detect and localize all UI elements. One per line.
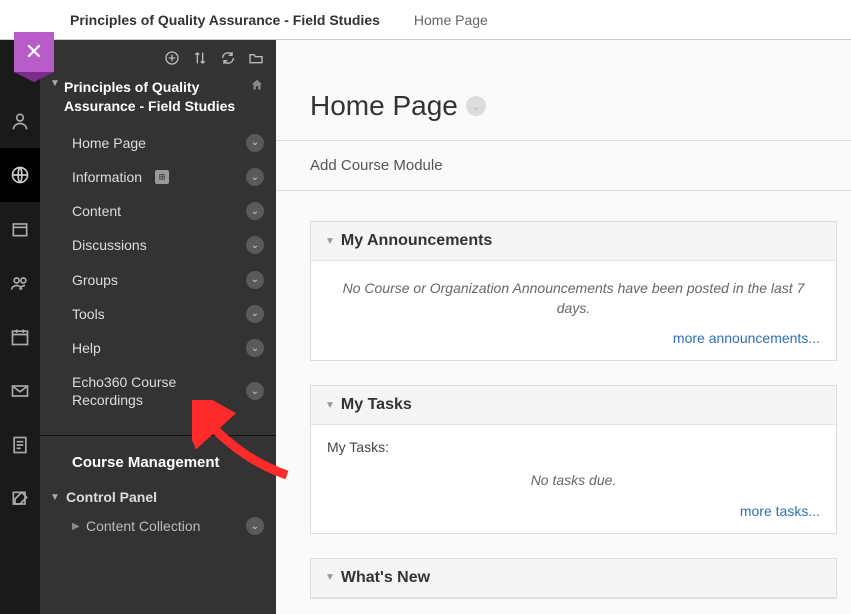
close-tail bbox=[14, 72, 54, 82]
card-title: What's New bbox=[341, 569, 430, 587]
breadcrumb-page[interactable]: Home Page bbox=[414, 12, 488, 28]
person-icon[interactable] bbox=[0, 94, 40, 148]
nav-menu: Home Page⌄ Information⊞⌄ Content⌄ Discus… bbox=[40, 126, 276, 430]
collapse-icon: ▼ bbox=[325, 572, 335, 583]
annotation-arrow bbox=[192, 400, 302, 500]
top-bar: Principles of Quality Assurance - Field … bbox=[0, 0, 851, 40]
add-course-module-button[interactable]: Add Course Module bbox=[276, 141, 851, 190]
info-badge: ⊞ bbox=[155, 170, 169, 184]
add-icon[interactable] bbox=[164, 50, 180, 66]
content-collection-row[interactable]: ▶ Content Collection ⌄ bbox=[40, 511, 276, 541]
card-header[interactable]: ▼ What's New bbox=[311, 559, 836, 598]
tasks-empty: No tasks due. bbox=[327, 467, 820, 503]
collapse-icon: ▼ bbox=[325, 236, 335, 247]
whats-new-card: ▼ What's New bbox=[310, 558, 837, 599]
sidebar-item-tools[interactable]: Tools⌄ bbox=[40, 297, 276, 331]
close-icon: ✕ bbox=[25, 39, 43, 65]
sidebar-item-groups[interactable]: Groups⌄ bbox=[40, 263, 276, 297]
chevron-down-icon[interactable]: ⌄ bbox=[246, 517, 264, 535]
box-icon[interactable] bbox=[0, 202, 40, 256]
icon-rail bbox=[0, 40, 40, 614]
card-title: My Tasks bbox=[341, 396, 412, 414]
chevron-down-icon[interactable]: ⌄ bbox=[246, 168, 264, 186]
chevron-down-icon[interactable]: ⌄ bbox=[246, 382, 264, 400]
sidebar-item-help[interactable]: Help⌄ bbox=[40, 331, 276, 365]
mail-icon[interactable] bbox=[0, 364, 40, 418]
course-title: Principles of Quality Assurance - Field … bbox=[64, 78, 250, 116]
page-title: Home Page bbox=[310, 90, 458, 122]
close-button[interactable]: ✕ bbox=[14, 32, 54, 72]
gear-icon[interactable]: ⌄ bbox=[466, 96, 486, 116]
chevron-down-icon[interactable]: ⌄ bbox=[246, 271, 264, 289]
sidebar-item-discussions[interactable]: Discussions⌄ bbox=[40, 228, 276, 262]
calendar-icon[interactable] bbox=[0, 310, 40, 364]
sidebar-item-home-page[interactable]: Home Page⌄ bbox=[40, 126, 276, 160]
chevron-down-icon[interactable]: ⌄ bbox=[246, 339, 264, 357]
tasks-subheading: My Tasks: bbox=[327, 439, 820, 455]
sidebar-item-information[interactable]: Information⊞⌄ bbox=[40, 160, 276, 194]
chevron-down-icon[interactable]: ⌄ bbox=[246, 134, 264, 152]
main-content: Home Page ⌄ Add Course Module ▼ My Annou… bbox=[276, 40, 851, 614]
course-header[interactable]: ▼ Principles of Quality Assurance - Fiel… bbox=[40, 72, 276, 126]
sidebar: ▼ Principles of Quality Assurance - Fiel… bbox=[40, 40, 276, 614]
tasks-card: ▼ My Tasks My Tasks: No tasks due. more … bbox=[310, 385, 837, 534]
collapse-icon: ▼ bbox=[325, 400, 335, 411]
expand-icon: ▼ bbox=[48, 492, 62, 503]
home-icon[interactable] bbox=[250, 78, 264, 95]
more-tasks-link[interactable]: more tasks... bbox=[327, 503, 820, 519]
card-title: My Announcements bbox=[341, 232, 492, 250]
refresh-icon[interactable] bbox=[220, 50, 236, 66]
page-title-row: Home Page ⌄ bbox=[276, 40, 851, 140]
document-icon[interactable] bbox=[0, 418, 40, 472]
chevron-down-icon[interactable]: ⌄ bbox=[246, 202, 264, 220]
card-header[interactable]: ▼ My Announcements bbox=[311, 222, 836, 261]
chevron-down-icon[interactable]: ⌄ bbox=[246, 236, 264, 254]
sidebar-toolbar bbox=[40, 40, 276, 72]
sidebar-item-content[interactable]: Content⌄ bbox=[40, 194, 276, 228]
more-announcements-link[interactable]: more announcements... bbox=[327, 330, 820, 346]
caret-icon: ▶ bbox=[72, 521, 86, 532]
announcements-empty: No Course or Organization Announcements … bbox=[327, 275, 820, 330]
breadcrumb-course[interactable]: Principles of Quality Assurance - Field … bbox=[70, 12, 380, 28]
folder-icon[interactable] bbox=[248, 50, 264, 66]
edit-icon[interactable] bbox=[0, 472, 40, 526]
card-header[interactable]: ▼ My Tasks bbox=[311, 386, 836, 425]
globe-icon[interactable] bbox=[0, 148, 40, 202]
reorder-icon[interactable] bbox=[192, 50, 208, 66]
chevron-down-icon[interactable]: ⌄ bbox=[246, 305, 264, 323]
people-icon[interactable] bbox=[0, 256, 40, 310]
announcements-card: ▼ My Announcements No Course or Organiza… bbox=[310, 221, 837, 361]
